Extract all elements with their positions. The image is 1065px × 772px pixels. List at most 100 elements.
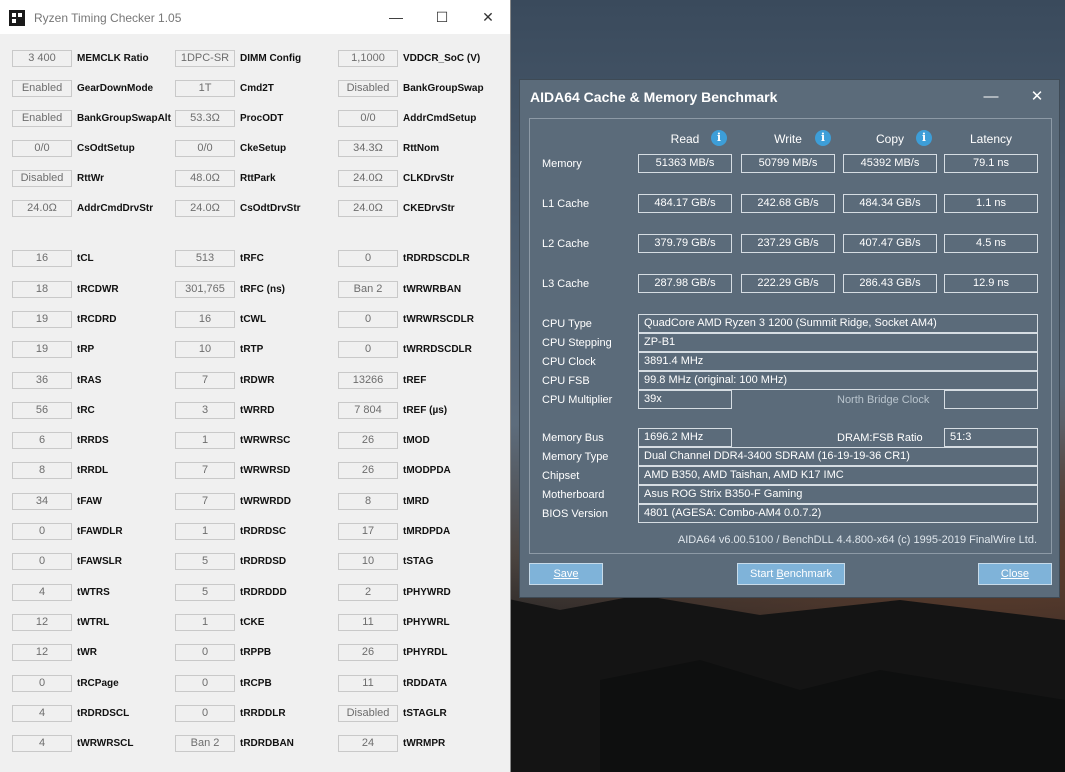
timing-value-field: 26	[338, 462, 398, 479]
timing-value-field: 7	[175, 493, 235, 510]
aida-close-dialog-button[interactable]: Close	[978, 563, 1052, 585]
timing-label: CLKDrvStr	[403, 173, 455, 184]
timing-value-field: 3	[175, 402, 235, 419]
timing-label: BankGroupSwapAlt	[77, 113, 171, 124]
timing-value-field: 24	[338, 735, 398, 752]
bench-row-label: L2 Cache	[542, 238, 590, 250]
benchmark-panel: Read i Write i Copy i Latency Memory 5136…	[529, 118, 1052, 554]
timing-value-field: 26	[338, 644, 398, 661]
timing-label: RttWr	[77, 173, 105, 184]
timing-label: BankGroupSwap	[403, 83, 484, 94]
timing-label: tRCDRD	[77, 314, 117, 325]
timing-label: tRRDDLR	[240, 708, 286, 719]
close-button[interactable]: ✕	[465, 0, 511, 34]
timing-label: CsOdtSetup	[77, 143, 135, 154]
timing-label: tREF (µs)	[403, 405, 448, 416]
bench-row-label: L3 Cache	[542, 278, 590, 290]
timing-value-field: 1T	[175, 80, 235, 97]
timing-label: tWTRL	[77, 617, 110, 628]
write-info-icon[interactable]: i	[815, 130, 831, 146]
timing-label: tFAWDLR	[77, 526, 123, 537]
cpu-type-field: QuadCore AMD Ryzen 3 1200 (Summit Ridge,…	[638, 314, 1038, 333]
rtc-titlebar: Ryzen Timing Checker 1.05 — ☐ ✕	[0, 0, 510, 34]
timing-label: tRRDS	[77, 435, 109, 446]
timing-value-field: 18	[12, 281, 72, 298]
timing-value-field: 19	[12, 311, 72, 328]
timing-value-field: 3 400	[12, 50, 72, 67]
cpu-stepping-label: CPU Stepping	[542, 337, 612, 349]
timing-label: tCKE	[240, 617, 265, 628]
bench-value-field: 222.29 GB/s	[741, 274, 835, 293]
timing-label: tPHYWRD	[403, 587, 451, 598]
read-info-icon[interactable]: i	[711, 130, 727, 146]
aida-minimize-button[interactable]: —	[968, 80, 1014, 112]
cpu-fsb-field: 99.8 MHz (original: 100 MHz)	[638, 371, 1038, 390]
timing-label: tMOD	[403, 435, 430, 446]
timing-value-field: 11	[338, 675, 398, 692]
maximize-button[interactable]: ☐	[419, 0, 465, 34]
minimize-button[interactable]: —	[373, 0, 419, 34]
save-button[interactable]: Save	[529, 563, 603, 585]
start-benchmark-prefix: Start	[750, 568, 777, 580]
timing-value-field: 16	[12, 250, 72, 267]
bench-value-field: 379.79 GB/s	[638, 234, 732, 253]
timing-label: GearDownMode	[77, 83, 154, 94]
bench-value-field: 286.43 GB/s	[843, 274, 937, 293]
timing-value-field: 1	[175, 614, 235, 631]
chipset-field: AMD B350, AMD Taishan, AMD K17 IMC	[638, 466, 1038, 485]
timing-value-field: 34	[12, 493, 72, 510]
app-icon	[9, 10, 25, 26]
timing-value-field: 1DPC-SR	[175, 50, 235, 67]
bench-value-field: 51363 MB/s	[638, 154, 732, 173]
bench-value-field: 1.1 ns	[944, 194, 1038, 213]
timing-label: tCL	[77, 253, 94, 264]
timing-value-field: 56	[12, 402, 72, 419]
timing-value-field: 7	[175, 372, 235, 389]
timing-label: tRDRDDD	[240, 587, 287, 598]
timing-label: tWRRDSCDLR	[403, 344, 472, 355]
copy-info-icon[interactable]: i	[916, 130, 932, 146]
timing-label: ProcODT	[240, 113, 284, 124]
bench-value-field: 237.29 GB/s	[741, 234, 835, 253]
timing-label: tWRWRSCDLR	[403, 314, 474, 325]
timing-label: tSTAG	[403, 556, 434, 567]
save-button-label: ave	[560, 568, 579, 580]
bios-version-field: 4801 (AGESA: Combo-AM4 0.0.7.2)	[638, 504, 1038, 523]
timing-label: VDDCR_SoC (V)	[403, 53, 481, 64]
start-benchmark-label: enchmark	[783, 568, 832, 580]
start-benchmark-button[interactable]: Start Benchmark	[737, 563, 845, 585]
timing-value-field: Enabled	[12, 80, 72, 97]
timing-label: tMRDPDA	[403, 526, 451, 537]
timing-label: tWRWRBAN	[403, 284, 462, 295]
timing-label: CKEDrvStr	[403, 203, 455, 214]
timing-label: tWRWRSC	[240, 435, 291, 446]
bench-value-field: 45392 MB/s	[843, 154, 937, 173]
rtc-window: Ryzen Timing Checker 1.05 — ☐ ✕ 3 400 MEM…	[0, 0, 511, 772]
timing-value-field: 7	[175, 462, 235, 479]
timing-label: tMRD	[403, 496, 430, 507]
memory-bus-field: 1696.2 MHz	[638, 428, 732, 447]
timing-value-field: 2	[338, 584, 398, 601]
timing-label: tWRRD	[240, 405, 275, 416]
timing-label: CsOdtDrvStr	[240, 203, 301, 214]
aida-close-button[interactable]: ✕	[1014, 80, 1060, 112]
cpu-clock-label: CPU Clock	[542, 356, 596, 368]
timing-label: DIMM Config	[240, 53, 302, 64]
save-button-mnemonic: S	[553, 568, 561, 580]
timing-label: Cmd2T	[240, 83, 274, 94]
nb-clock-label: North Bridge Clock	[837, 394, 930, 406]
bench-value-field: 79.1 ns	[944, 154, 1038, 173]
start-benchmark-mnemonic: B	[776, 568, 784, 580]
motherboard-label: Motherboard	[542, 489, 605, 501]
timing-label: tRDDATA	[403, 678, 448, 689]
cpu-type-label: CPU Type	[542, 318, 592, 330]
timing-label: tCWL	[240, 314, 267, 325]
timing-value-field: 10	[338, 553, 398, 570]
timing-value-field: 19	[12, 341, 72, 358]
timing-label: tRDRDSCL	[77, 708, 130, 719]
timing-label: RttPark	[240, 173, 276, 184]
timing-value-field: 5	[175, 553, 235, 570]
bench-value-field: 4.5 ns	[944, 234, 1038, 253]
motherboard-field: Asus ROG Strix B350-F Gaming	[638, 485, 1038, 504]
timing-label: tRFC (ns)	[240, 284, 285, 295]
